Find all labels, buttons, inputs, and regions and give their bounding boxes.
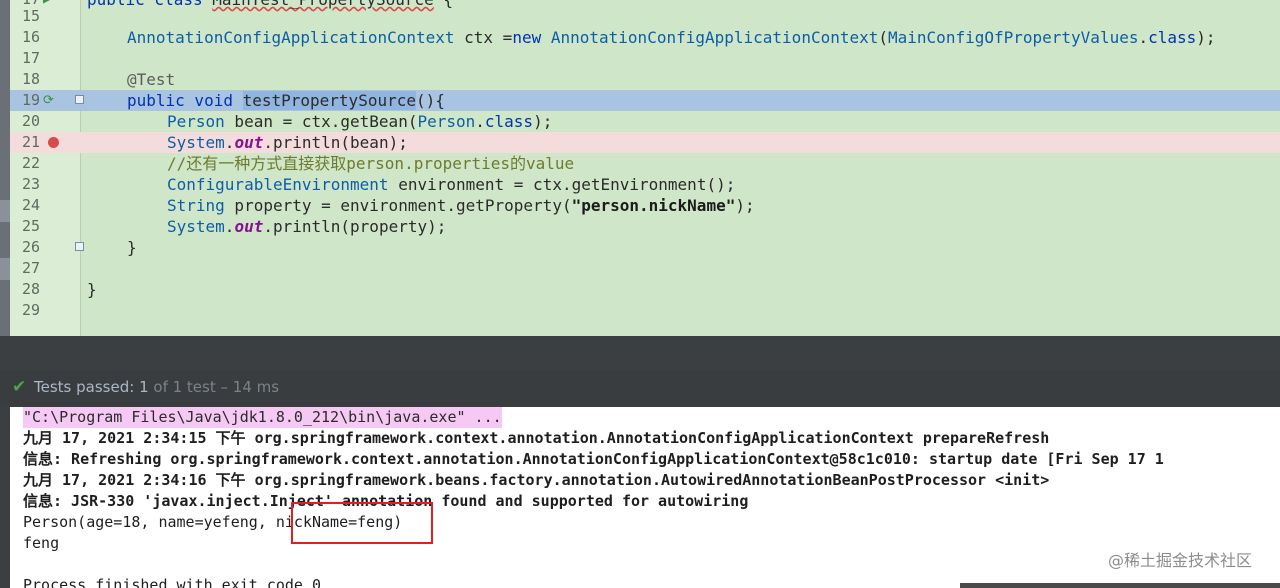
code-text: } bbox=[127, 238, 137, 257]
code-text: @Test bbox=[127, 70, 176, 89]
line-number: 27 bbox=[21, 259, 40, 277]
console-line: feng bbox=[23, 534, 60, 552]
code-text: public void testPropertySource(){ bbox=[127, 91, 445, 110]
code-line[interactable]: 27 bbox=[10, 258, 1280, 279]
code-text: String property = environment.getPropert… bbox=[167, 196, 755, 215]
line-number: 25 bbox=[21, 217, 40, 235]
test-status-text: Tests passed: 1 of 1 test – 14 ms bbox=[34, 370, 279, 404]
fold-icon[interactable] bbox=[75, 242, 84, 251]
code-line[interactable]: 16 AnnotationConfigApplicationContext ct… bbox=[10, 27, 1280, 48]
console-line: 九月 17, 2021 2:34:15 下午 org.springframewo… bbox=[23, 429, 1050, 447]
code-line[interactable]: 24 String property = environment.getProp… bbox=[10, 195, 1280, 216]
line-number: 17 bbox=[21, 49, 40, 67]
code-line[interactable]: 25 System.out.println(property); bbox=[10, 216, 1280, 237]
console-line: Process finished with exit code 0 bbox=[23, 576, 322, 588]
code-line[interactable]: 23 ConfigurableEnvironment environment =… bbox=[10, 174, 1280, 195]
code-line[interactable]: 15 bbox=[10, 6, 1280, 27]
line-number: 19 bbox=[21, 91, 40, 109]
code-line-breakpoint[interactable]: 21 System.out.println(bean); bbox=[10, 132, 1280, 153]
line-number: 28 bbox=[21, 280, 40, 298]
line-number: 21 bbox=[21, 133, 40, 151]
code-text: Person bean = ctx.getBean(Person.class); bbox=[167, 112, 553, 131]
code-text: System.out.println(property); bbox=[167, 217, 447, 236]
line-number: 23 bbox=[21, 175, 40, 193]
code-comment: //还有一种方式直接获取person.properties的value bbox=[167, 154, 575, 173]
code-editor[interactable]: 17 ▶ public class MainTest_PropertySourc… bbox=[10, 0, 1280, 336]
line-number: 29 bbox=[21, 301, 40, 319]
strip-marker bbox=[0, 258, 10, 280]
console-scrollbar[interactable] bbox=[960, 583, 1280, 588]
line-number: 16 bbox=[21, 28, 40, 46]
line-number: 20 bbox=[21, 112, 40, 130]
line-number: 15 bbox=[21, 7, 40, 25]
test-status-bar: ✔ Tests passed: 1 of 1 test – 14 ms bbox=[0, 370, 1280, 407]
line-number: 18 bbox=[21, 70, 40, 88]
code-line[interactable]: 28 } bbox=[10, 279, 1280, 300]
strip-marker bbox=[0, 200, 10, 222]
highlight-box bbox=[291, 502, 433, 544]
line-number: 26 bbox=[21, 238, 40, 256]
line-number: 22 bbox=[21, 154, 40, 172]
status-label: Tests passed: bbox=[34, 378, 135, 396]
code-text: AnnotationConfigApplicationContext ctx =… bbox=[127, 28, 1216, 47]
code-line[interactable]: 22 //还有一种方式直接获取person.properties的value bbox=[10, 153, 1280, 174]
console-line: 信息: Refreshing org.springframework.conte… bbox=[23, 450, 1164, 468]
test-total: of 1 test bbox=[153, 378, 216, 396]
console-line: "C:\Program Files\Java\jdk1.8.0_212\bin\… bbox=[23, 407, 502, 428]
left-tool-strip bbox=[0, 0, 10, 336]
breakpoint-icon[interactable] bbox=[48, 137, 59, 148]
code-text: ConfigurableEnvironment environment = ct… bbox=[167, 175, 736, 194]
code-text: System.out.println(bean); bbox=[167, 133, 408, 152]
passed-count: 1 bbox=[139, 378, 149, 396]
test-duration: – 14 ms bbox=[220, 378, 280, 396]
code-text: } bbox=[87, 280, 97, 299]
panel-divider[interactable] bbox=[0, 336, 1280, 370]
code-line[interactable]: 17 bbox=[10, 48, 1280, 69]
run-console[interactable]: "C:\Program Files\Java\jdk1.8.0_212\bin\… bbox=[10, 407, 1280, 588]
code-line[interactable]: 20 Person bean = ctx.getBean(Person.clas… bbox=[10, 111, 1280, 132]
code-line[interactable]: 29 bbox=[10, 300, 1280, 321]
fold-icon[interactable] bbox=[75, 95, 84, 104]
run-test-icon[interactable]: ⟳ bbox=[43, 92, 54, 109]
code-line[interactable]: 18 @Test bbox=[10, 69, 1280, 90]
console-line: 九月 17, 2021 2:34:16 下午 org.springframewo… bbox=[23, 471, 1050, 489]
line-number: 24 bbox=[21, 196, 40, 214]
check-icon: ✔ bbox=[12, 377, 27, 397]
watermark: @稀土掘金技术社区 bbox=[1108, 551, 1253, 570]
code-line-current[interactable]: 19 ⟳ public void testPropertySource(){ bbox=[10, 90, 1280, 111]
code-line[interactable]: 26 } bbox=[10, 237, 1280, 258]
